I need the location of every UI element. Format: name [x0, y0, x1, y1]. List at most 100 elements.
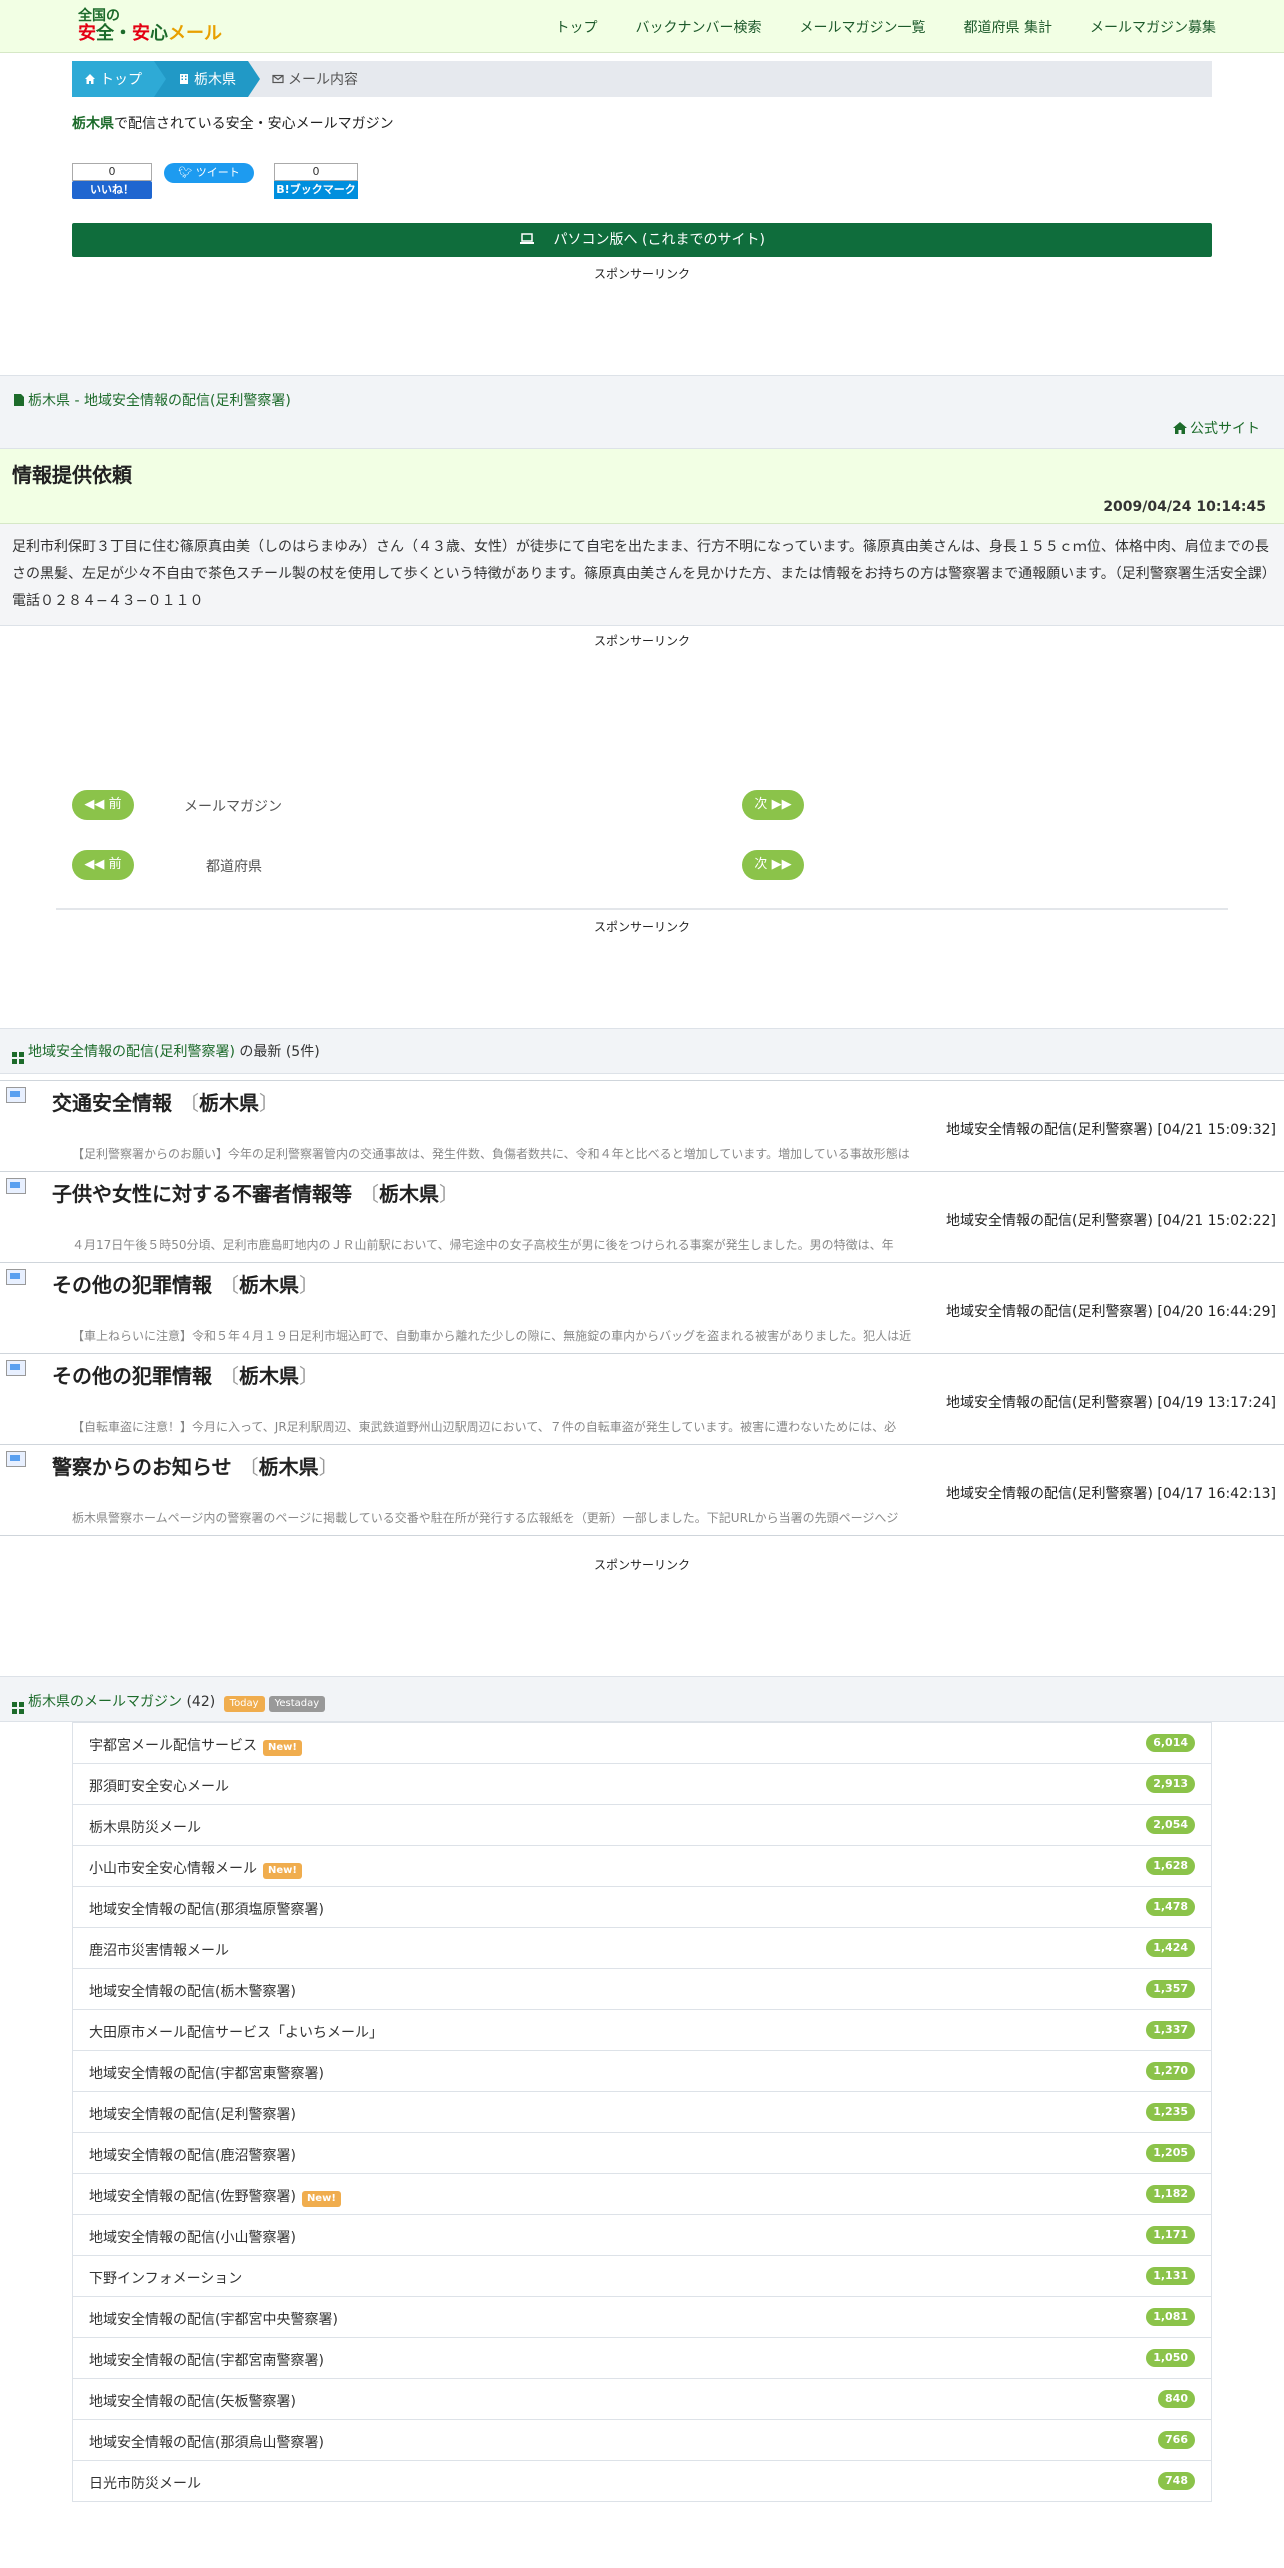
tweet-button[interactable]: 🐦︎ ツイート — [164, 163, 254, 183]
magazine-row[interactable]: 地域安全情報の配信(栃木警察署) 1,357 — [73, 1968, 1211, 2009]
list-item[interactable]: 交通安全情報 〔栃木県〕 地域安全情報の配信(足利警察署) [04/21 15:0… — [0, 1081, 1284, 1172]
intro-text: 栃木県で配信されている安全・安心メールマガジン — [72, 116, 394, 132]
magazine-name[interactable]: 栃木県防災メール — [89, 1817, 201, 1837]
item-summary: 【自転車盗に注意！】今月に入って、JR足利駅周辺、東武鉄道野州山辺駅周辺において… — [72, 1420, 897, 1434]
magazine-row[interactable]: 地域安全情報の配信(足利警察署) 1,235 — [73, 2091, 1211, 2132]
pager-magazine-label: メールマガジン — [184, 799, 282, 815]
new-badge: New! — [263, 1740, 302, 1756]
latest-list: 交通安全情報 〔栃木県〕 地域安全情報の配信(足利警察署) [04/21 15:0… — [0, 1081, 1284, 1536]
magazine-name[interactable]: 下野インフォメーション — [89, 2268, 242, 2288]
grid-icon — [12, 1052, 24, 1064]
mail-icon — [6, 1269, 26, 1285]
facebook-like-button[interactable]: いいね！ — [72, 181, 152, 199]
magazine-row[interactable]: 大田原市メール配信サービス「よいちメール」 1,337 — [73, 2009, 1211, 2050]
source-title[interactable]: 栃木県 - 地域安全情報の配信(足利警察署) — [14, 390, 291, 410]
magazine-name[interactable]: 地域安全情報の配信(矢板警察署) — [89, 2391, 296, 2411]
magazine-row[interactable]: 地域安全情報の配信(矢板警察署) 840 — [73, 2378, 1211, 2419]
latest-source-link[interactable]: 地域安全情報の配信(足利警察署) — [28, 1044, 235, 1060]
next-magazine-button[interactable]: 次 ▶▶ — [742, 790, 804, 820]
magazine-count: 2,054 — [1146, 1816, 1195, 1834]
magazine-name[interactable]: 地域安全情報の配信(宇都宮東警察署) — [89, 2063, 324, 2083]
mail-header: 情報提供依頼 2009/04/24 10:14:45 — [0, 449, 1284, 524]
magazine-row[interactable]: 地域安全情報の配信(宇都宮東警察署) 1,270 — [73, 2050, 1211, 2091]
site-logo[interactable]: 全国の 安全・安心メール — [78, 7, 222, 43]
magazine-name[interactable]: 地域安全情報の配信(那須塩原警察署) — [89, 1899, 324, 1919]
nav-magazine-recruit[interactable]: メールマガジン募集 — [1090, 17, 1216, 37]
magazine-name[interactable]: 地域安全情報の配信(鹿沼警察署) — [89, 2145, 296, 2165]
nav-backnumber-search[interactable]: バックナンバー検索 — [636, 17, 762, 37]
list-item[interactable]: その他の犯罪情報 〔栃木県〕 地域安全情報の配信(足利警察署) [04/19 13… — [0, 1354, 1284, 1445]
magazine-row[interactable]: 小山市安全安心情報メール New! 1,628 — [73, 1845, 1211, 1886]
magazines-link[interactable]: 栃木県のメールマガジン — [28, 1694, 182, 1710]
hatena-bookmark-button[interactable]: B!ブックマーク — [274, 181, 358, 199]
magazine-row[interactable]: 地域安全情報の配信(宇都宮南警察署) 1,050 — [73, 2337, 1211, 2378]
magazine-row[interactable]: 鹿沼市災害情報メール 1,424 — [73, 1927, 1211, 1968]
home-icon — [1173, 422, 1187, 434]
magazine-row[interactable]: 地域安全情報の配信(鹿沼警察署) 1,205 — [73, 2132, 1211, 2173]
nav-magazine-list[interactable]: メールマガジン一覧 — [800, 17, 926, 37]
item-meta: 地域安全情報の配信(足利警察署) [04/20 16:44:29] — [946, 1304, 1276, 1320]
official-site-link[interactable]: 公式サイト — [1173, 418, 1260, 438]
pc-version-button[interactable]: パソコン版へ (これまでのサイト) — [72, 223, 1212, 257]
pager-prefecture-label: 都道府県 — [206, 859, 262, 875]
magazine-name[interactable]: 地域安全情報の配信(栃木警察署) — [89, 1981, 296, 2001]
facebook-count: 0 — [72, 163, 152, 181]
magazine-count: 766 — [1158, 2431, 1195, 2449]
magazine-name[interactable]: 鹿沼市災害情報メール — [89, 1940, 229, 1960]
magazine-name[interactable]: 地域安全情報の配信(宇都宮南警察署) — [89, 2350, 324, 2370]
magazine-row[interactable]: 地域安全情報の配信(小山警察署) 1,171 — [73, 2214, 1211, 2255]
magazine-name[interactable]: 那須町安全安心メール — [89, 1776, 229, 1796]
magazine-row[interactable]: 地域安全情報の配信(佐野警察署) New! 1,182 — [73, 2173, 1211, 2214]
item-title[interactable]: 交通安全情報 〔栃木県〕 — [52, 1087, 279, 1116]
magazine-count: 1,235 — [1146, 2103, 1195, 2121]
list-item[interactable]: 子供や女性に対する不審者情報等 〔栃木県〕 地域安全情報の配信(足利警察署) [0… — [0, 1172, 1284, 1263]
magazine-list: 宇都宮メール配信サービス New! 6,014 那須町安全安心メール 2,913 栃木県防… — [72, 1722, 1212, 2502]
list-item[interactable]: その他の犯罪情報 〔栃木県〕地域安全情報の配信(足利警察署) [04/20 16… — [0, 1263, 1284, 1354]
building-icon — [180, 74, 188, 84]
facebook-like[interactable]: 0 いいね！ — [72, 163, 152, 199]
magazine-row[interactable]: 栃木県防災メール 2,054 — [73, 1804, 1211, 1845]
magazine-row[interactable]: 地域安全情報の配信(那須塩原警察署) 1,478 — [73, 1886, 1211, 1927]
magazine-name[interactable]: 地域安全情報の配信(小山警察署) — [89, 2227, 296, 2247]
magazine-name[interactable]: 地域安全情報の配信(宇都宮中央警察署) — [89, 2309, 338, 2329]
magazine-row[interactable]: 日光市防災メール 748 — [73, 2460, 1211, 2501]
nav-top[interactable]: トップ — [556, 17, 598, 37]
prev-prefecture-button[interactable]: ◀◀ 前 — [72, 850, 134, 880]
magazine-count: 1,205 — [1146, 2144, 1195, 2162]
magazine-name[interactable]: 宇都宮メール配信サービス New! — [89, 1735, 302, 1756]
breadcrumb-prefecture[interactable]: 栃木県 — [154, 61, 260, 97]
yesterday-badge: Yestaday — [268, 1696, 326, 1712]
magazine-name[interactable]: 地域安全情報の配信(足利警察署) — [89, 2104, 296, 2124]
magazine-row[interactable]: 下野インフォメーション 1,131 — [73, 2255, 1211, 2296]
magazine-row[interactable]: 地域安全情報の配信(那須烏山警察署) 766 — [73, 2419, 1211, 2460]
next-prefecture-button[interactable]: 次 ▶▶ — [742, 850, 804, 880]
item-title[interactable]: その他の犯罪情報 〔栃木県〕 — [52, 1360, 319, 1389]
mail-icon — [6, 1178, 26, 1194]
magazine-count: 1,478 — [1146, 1898, 1195, 1916]
magazine-row[interactable]: 那須町安全安心メール 2,913 — [73, 1763, 1211, 1804]
magazine-count: 1,357 — [1146, 1980, 1195, 1998]
magazine-row[interactable]: 地域安全情報の配信(宇都宮中央警察署) 1,081 — [73, 2296, 1211, 2337]
item-title[interactable]: 警察からのお知らせ 〔栃木県〕 — [52, 1451, 339, 1480]
magazine-name[interactable]: 地域安全情報の配信(佐野警察署) New! — [89, 2186, 341, 2207]
nav-prefecture-stats[interactable]: 都道府県 集計 — [964, 17, 1052, 37]
item-title[interactable]: その他の犯罪情報 〔栃木県〕 — [52, 1269, 319, 1298]
magazine-name[interactable]: 小山市安全安心情報メール New! — [89, 1858, 302, 1879]
list-item[interactable]: 警察からのお知らせ 〔栃木県〕 地域安全情報の配信(足利警察署) [04/17 1… — [0, 1445, 1284, 1536]
social-buttons: 0 いいね！ 🐦︎ ツイート 0 B!ブックマーク — [72, 163, 1212, 199]
magazine-row[interactable]: 宇都宮メール配信サービス New! 6,014 — [73, 1722, 1211, 1763]
magazine-name[interactable]: 日光市防災メール — [89, 2473, 201, 2493]
top-navbar: 全国の 安全・安心メール トップ バックナンバー検索 メールマガジン一覧 都道府… — [0, 0, 1284, 53]
hatena-bookmark[interactable]: 0 B!ブックマーク — [274, 163, 358, 199]
magazine-count: 1,337 — [1146, 2021, 1195, 2039]
new-badge: New! — [301, 2191, 341, 2207]
item-title[interactable]: 子供や女性に対する不審者情報等 〔栃木県〕 — [52, 1178, 459, 1207]
magazine-count: 1,081 — [1146, 2308, 1195, 2326]
magazine-name[interactable]: 地域安全情報の配信(那須烏山警察署) — [89, 2432, 324, 2452]
magazine-count: 1,050 — [1146, 2349, 1195, 2367]
magazine-name[interactable]: 大田原市メール配信サービス「よいちメール」 — [89, 2022, 383, 2042]
intro-prefecture[interactable]: 栃木県 — [72, 116, 114, 132]
pager-prefecture: ◀◀ 前 都道府県 次 ▶▶ — [0, 842, 1284, 902]
breadcrumb-top[interactable]: トップ — [72, 61, 166, 97]
prev-magazine-button[interactable]: ◀◀ 前 — [72, 790, 134, 820]
